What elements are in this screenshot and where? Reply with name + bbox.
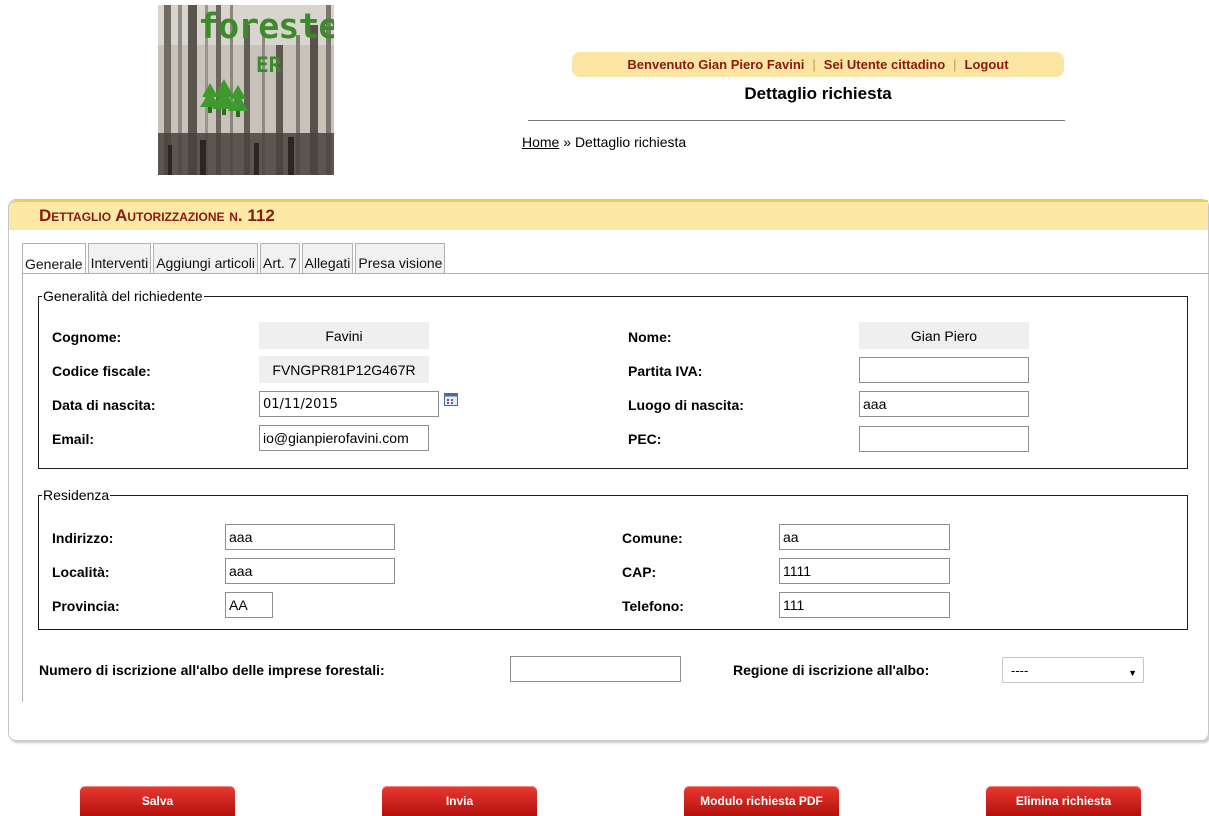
telefono-input[interactable] xyxy=(779,592,950,618)
logo-text-er: ER xyxy=(256,53,282,77)
tab-generale[interactable]: Generale xyxy=(22,243,86,274)
luogo-nascita-label: Luogo di nascita: xyxy=(628,397,744,413)
codice-fiscale-label: Codice fiscale: xyxy=(52,363,151,379)
cap-label: CAP: xyxy=(622,564,657,580)
residence-fieldset: Residenza Indirizzo: Comune: Località: C… xyxy=(38,487,1188,630)
indirizzo-label: Indirizzo: xyxy=(52,530,114,546)
pec-input[interactable] xyxy=(859,426,1029,452)
authorization-panel: Dettaglio Autorizzazione n. 112 Generale… xyxy=(8,199,1209,741)
pec-label: PEC: xyxy=(628,431,662,447)
breadcrumb-current: Dettaglio richiesta xyxy=(574,134,687,150)
calendar-icon[interactable] xyxy=(444,393,458,406)
user-bar: Benvenuto Gian Piero Favini | Sei Utente… xyxy=(572,52,1064,77)
email-input[interactable] xyxy=(259,425,429,451)
comune-input[interactable] xyxy=(779,524,950,550)
localita-label: Località: xyxy=(52,564,110,580)
data-nascita-input[interactable] xyxy=(259,391,439,417)
salva-button[interactable]: Salva xyxy=(80,786,235,816)
telefono-label: Telefono: xyxy=(622,598,684,614)
tab-aggiungi-articoli[interactable]: Aggiungi articoli xyxy=(153,243,259,273)
tab-allegati[interactable]: Allegati xyxy=(301,243,354,273)
luogo-nascita-input[interactable] xyxy=(859,391,1029,417)
tab-presa-visione[interactable]: Presa visione xyxy=(355,243,446,273)
page-title: Dettaglio richiesta xyxy=(744,84,892,103)
panel-title: Dettaglio Autorizzazione n. 112 xyxy=(9,200,1208,230)
email-label: Email: xyxy=(52,431,95,447)
breadcrumb: Home » Dettaglio richiesta xyxy=(522,134,686,150)
data-nascita-label: Data di nascita: xyxy=(52,397,156,413)
partita-iva-label: Partita IVA: xyxy=(628,363,703,379)
elimina-richiesta-button[interactable]: Elimina richiesta xyxy=(986,786,1141,816)
welcome-link[interactable]: Benvenuto Gian Piero Favini xyxy=(619,57,812,72)
partita-iva-input[interactable] xyxy=(859,357,1029,383)
cognome-label: Cognome: xyxy=(52,329,122,345)
cognome-value: Favini xyxy=(259,322,429,349)
foreste-er-logo: foreste ER xyxy=(158,5,334,175)
provincia-label: Provincia: xyxy=(52,598,120,614)
nome-label: Nome: xyxy=(628,329,672,345)
provincia-input[interactable] xyxy=(225,592,273,618)
logout-link[interactable]: Logout xyxy=(957,57,1017,72)
indirizzo-input[interactable] xyxy=(225,524,395,550)
regione-selected-value: ---- xyxy=(1011,662,1029,678)
numero-iscrizione-input[interactable] xyxy=(510,656,681,682)
tab-bar: Generale Interventi Aggiungi articoli Ar… xyxy=(22,243,447,274)
title-divider xyxy=(528,120,1065,121)
applicant-details-fieldset: Generalità del richiedente Cognome: Favi… xyxy=(38,288,1188,469)
breadcrumb-home-link[interactable]: Home xyxy=(522,134,559,150)
user-role-link[interactable]: Sei Utente cittadino xyxy=(816,57,953,72)
tab-content-generale: Generalità del richiedente Cognome: Favi… xyxy=(22,273,1209,702)
comune-label: Comune: xyxy=(622,530,683,546)
nome-value: Gian Piero xyxy=(859,322,1029,349)
invia-button[interactable]: Invia xyxy=(382,786,537,816)
tab-art-7[interactable]: Art. 7 xyxy=(260,243,300,273)
codice-fiscale-value: FVNGPR81P12G467R xyxy=(259,356,429,383)
chevron-down-icon: ▼ xyxy=(1128,668,1137,678)
modulo-pdf-button[interactable]: Modulo richiesta PDF xyxy=(684,786,839,816)
regione-iscrizione-select[interactable]: ---- ▼ xyxy=(1002,657,1144,683)
residence-legend: Residenza xyxy=(43,487,110,503)
applicant-details-legend: Generalità del richiedente xyxy=(43,288,203,304)
tab-interventi[interactable]: Interventi xyxy=(87,243,152,273)
regione-iscrizione-label: Regione di iscrizione all'albo: xyxy=(733,662,930,678)
breadcrumb-separator: » xyxy=(559,134,575,150)
numero-iscrizione-label: Numero di iscrizione all'albo delle impr… xyxy=(39,662,385,678)
logo-text-foreste: foreste xyxy=(198,7,334,47)
cap-input[interactable] xyxy=(779,558,950,584)
localita-input[interactable] xyxy=(225,558,395,584)
